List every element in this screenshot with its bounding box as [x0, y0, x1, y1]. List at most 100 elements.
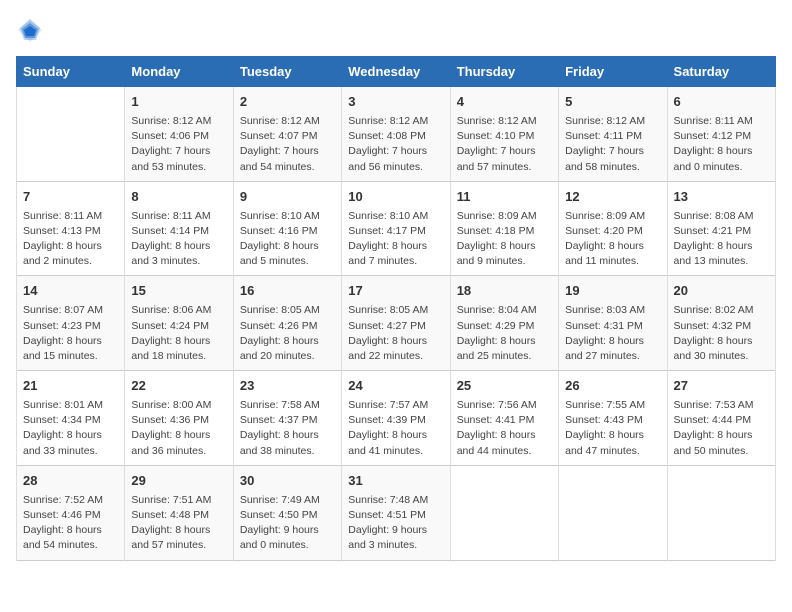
day-number: 22: [131, 377, 226, 396]
day-number: 3: [348, 93, 443, 112]
calendar-cell: 18 Sunrise: 8:04 AM Sunset: 4:29 PM Dayli…: [450, 276, 558, 371]
calendar-cell: 14 Sunrise: 8:07 AM Sunset: 4:23 PM Dayli…: [17, 276, 125, 371]
day-info: Sunrise: 8:09 AM Sunset: 4:18 PM Dayligh…: [457, 209, 552, 270]
day-number: 14: [23, 282, 118, 301]
calendar-cell: 6 Sunrise: 8:11 AM Sunset: 4:12 PM Daylig…: [667, 87, 775, 182]
day-number: 11: [457, 188, 552, 207]
calendar-cell: 25 Sunrise: 7:56 AM Sunset: 4:41 PM Dayli…: [450, 371, 558, 466]
day-info: Sunrise: 7:49 AM Sunset: 4:50 PM Dayligh…: [240, 493, 335, 554]
weekday-header-row: SundayMondayTuesdayWednesdayThursdayFrid…: [17, 57, 776, 87]
calendar-week-row: 14 Sunrise: 8:07 AM Sunset: 4:23 PM Dayli…: [17, 276, 776, 371]
calendar-cell: 5 Sunrise: 8:12 AM Sunset: 4:11 PM Daylig…: [559, 87, 667, 182]
day-number: 23: [240, 377, 335, 396]
day-number: 13: [674, 188, 769, 207]
day-info: Sunrise: 7:53 AM Sunset: 4:44 PM Dayligh…: [674, 398, 769, 459]
day-number: 15: [131, 282, 226, 301]
calendar-cell: 13 Sunrise: 8:08 AM Sunset: 4:21 PM Dayli…: [667, 181, 775, 276]
day-number: 24: [348, 377, 443, 396]
calendar-cell: 10 Sunrise: 8:10 AM Sunset: 4:17 PM Dayli…: [342, 181, 450, 276]
calendar-cell: 29Sunrise: 7:51 AM Sunset: 4:48 PM Dayli…: [125, 465, 233, 560]
calendar-cell: 8Sunrise: 8:11 AM Sunset: 4:14 PM Daylig…: [125, 181, 233, 276]
day-info: Sunrise: 8:12 AM Sunset: 4:11 PM Dayligh…: [565, 114, 660, 175]
calendar-cell: 12Sunrise: 8:09 AM Sunset: 4:20 PM Dayli…: [559, 181, 667, 276]
day-number: 1: [131, 93, 226, 112]
calendar-cell: 20 Sunrise: 8:02 AM Sunset: 4:32 PM Dayli…: [667, 276, 775, 371]
calendar-cell: 19 Sunrise: 8:03 AM Sunset: 4:31 PM Dayli…: [559, 276, 667, 371]
day-number: 18: [457, 282, 552, 301]
page-header: [16, 16, 776, 44]
day-info: Sunrise: 8:12 AM Sunset: 4:08 PM Dayligh…: [348, 114, 443, 175]
calendar-cell: 15 Sunrise: 8:06 AM Sunset: 4:24 PM Dayli…: [125, 276, 233, 371]
day-number: 7: [23, 188, 118, 207]
calendar-week-row: 21 Sunrise: 8:01 AM Sunset: 4:34 PM Dayli…: [17, 371, 776, 466]
day-info: Sunrise: 7:58 AM Sunset: 4:37 PM Dayligh…: [240, 398, 335, 459]
day-info: Sunrise: 8:00 AM Sunset: 4:36 PM Dayligh…: [131, 398, 226, 459]
calendar-cell: 9Sunrise: 8:10 AM Sunset: 4:16 PM Daylig…: [233, 181, 341, 276]
calendar-cell: 30 Sunrise: 7:49 AM Sunset: 4:50 PM Dayli…: [233, 465, 341, 560]
day-info: Sunrise: 8:05 AM Sunset: 4:27 PM Dayligh…: [348, 303, 443, 364]
day-info: Sunrise: 8:06 AM Sunset: 4:24 PM Dayligh…: [131, 303, 226, 364]
day-info: Sunrise: 7:52 AM Sunset: 4:46 PM Dayligh…: [23, 493, 118, 554]
calendar-cell: 27Sunrise: 7:53 AM Sunset: 4:44 PM Dayli…: [667, 371, 775, 466]
day-number: 5: [565, 93, 660, 112]
day-info: Sunrise: 7:56 AM Sunset: 4:41 PM Dayligh…: [457, 398, 552, 459]
day-info: Sunrise: 8:04 AM Sunset: 4:29 PM Dayligh…: [457, 303, 552, 364]
day-info: Sunrise: 8:11 AM Sunset: 4:12 PM Dayligh…: [674, 114, 769, 175]
day-info: Sunrise: 8:05 AM Sunset: 4:26 PM Dayligh…: [240, 303, 335, 364]
calendar-cell: [559, 465, 667, 560]
day-number: 2: [240, 93, 335, 112]
calendar-cell: 3 Sunrise: 8:12 AM Sunset: 4:08 PM Daylig…: [342, 87, 450, 182]
day-info: Sunrise: 8:03 AM Sunset: 4:31 PM Dayligh…: [565, 303, 660, 364]
day-number: 26: [565, 377, 660, 396]
calendar-cell: 21 Sunrise: 8:01 AM Sunset: 4:34 PM Dayli…: [17, 371, 125, 466]
weekday-header: Sunday: [17, 57, 125, 87]
logo-icon: [16, 16, 44, 44]
calendar-cell: [667, 465, 775, 560]
calendar-cell: 31Sunrise: 7:48 AM Sunset: 4:51 PM Dayli…: [342, 465, 450, 560]
calendar-cell: 2 Sunrise: 8:12 AM Sunset: 4:07 PM Daylig…: [233, 87, 341, 182]
day-info: Sunrise: 8:10 AM Sunset: 4:16 PM Dayligh…: [240, 209, 335, 270]
day-number: 28: [23, 472, 118, 491]
day-info: Sunrise: 8:08 AM Sunset: 4:21 PM Dayligh…: [674, 209, 769, 270]
weekday-header: Monday: [125, 57, 233, 87]
calendar-week-row: 1 Sunrise: 8:12 AM Sunset: 4:06 PM Daylig…: [17, 87, 776, 182]
day-number: 16: [240, 282, 335, 301]
day-number: 8: [131, 188, 226, 207]
calendar-week-row: 7 Sunrise: 8:11 AM Sunset: 4:13 PM Daylig…: [17, 181, 776, 276]
day-number: 6: [674, 93, 769, 112]
day-info: Sunrise: 8:01 AM Sunset: 4:34 PM Dayligh…: [23, 398, 118, 459]
calendar-table: SundayMondayTuesdayWednesdayThursdayFrid…: [16, 56, 776, 561]
weekday-header: Friday: [559, 57, 667, 87]
calendar-cell: 4Sunrise: 8:12 AM Sunset: 4:10 PM Daylig…: [450, 87, 558, 182]
day-info: Sunrise: 8:07 AM Sunset: 4:23 PM Dayligh…: [23, 303, 118, 364]
calendar-cell: 22 Sunrise: 8:00 AM Sunset: 4:36 PM Dayli…: [125, 371, 233, 466]
calendar-cell: [450, 465, 558, 560]
day-number: 20: [674, 282, 769, 301]
calendar-week-row: 28 Sunrise: 7:52 AM Sunset: 4:46 PM Dayli…: [17, 465, 776, 560]
day-info: Sunrise: 8:12 AM Sunset: 4:07 PM Dayligh…: [240, 114, 335, 175]
day-info: Sunrise: 7:57 AM Sunset: 4:39 PM Dayligh…: [348, 398, 443, 459]
day-number: 10: [348, 188, 443, 207]
day-number: 25: [457, 377, 552, 396]
calendar-cell: 24 Sunrise: 7:57 AM Sunset: 4:39 PM Dayli…: [342, 371, 450, 466]
day-info: Sunrise: 8:11 AM Sunset: 4:13 PM Dayligh…: [23, 209, 118, 270]
weekday-header: Wednesday: [342, 57, 450, 87]
calendar-cell: 7 Sunrise: 8:11 AM Sunset: 4:13 PM Daylig…: [17, 181, 125, 276]
calendar-cell: 28 Sunrise: 7:52 AM Sunset: 4:46 PM Dayli…: [17, 465, 125, 560]
day-number: 31: [348, 472, 443, 491]
weekday-header: Tuesday: [233, 57, 341, 87]
day-info: Sunrise: 8:12 AM Sunset: 4:06 PM Dayligh…: [131, 114, 226, 175]
calendar-cell: 26 Sunrise: 7:55 AM Sunset: 4:43 PM Dayli…: [559, 371, 667, 466]
day-number: 19: [565, 282, 660, 301]
day-number: 12: [565, 188, 660, 207]
calendar-cell: 16 Sunrise: 8:05 AM Sunset: 4:26 PM Dayli…: [233, 276, 341, 371]
calendar-cell: 1 Sunrise: 8:12 AM Sunset: 4:06 PM Daylig…: [125, 87, 233, 182]
day-info: Sunrise: 8:02 AM Sunset: 4:32 PM Dayligh…: [674, 303, 769, 364]
day-number: 21: [23, 377, 118, 396]
day-info: Sunrise: 8:10 AM Sunset: 4:17 PM Dayligh…: [348, 209, 443, 270]
day-info: Sunrise: 7:55 AM Sunset: 4:43 PM Dayligh…: [565, 398, 660, 459]
logo: [16, 16, 48, 44]
day-number: 4: [457, 93, 552, 112]
day-number: 30: [240, 472, 335, 491]
calendar-cell: 11 Sunrise: 8:09 AM Sunset: 4:18 PM Dayli…: [450, 181, 558, 276]
